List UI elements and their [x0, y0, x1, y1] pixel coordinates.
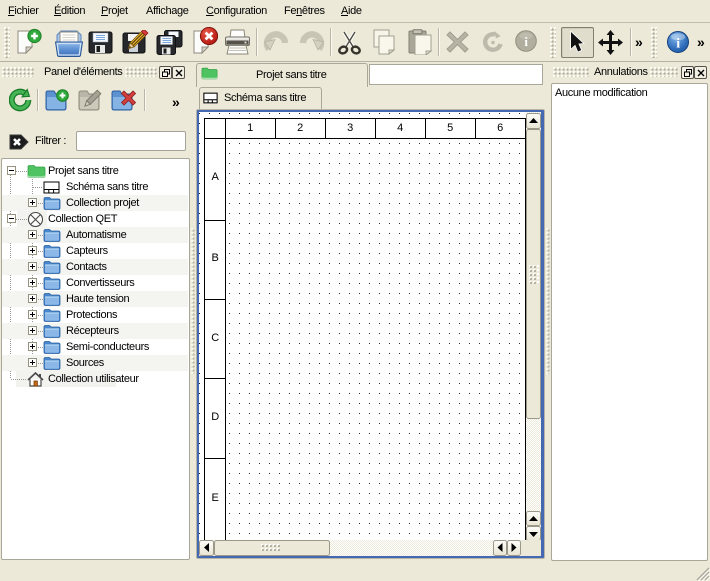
svg-text:i: i — [676, 37, 680, 52]
